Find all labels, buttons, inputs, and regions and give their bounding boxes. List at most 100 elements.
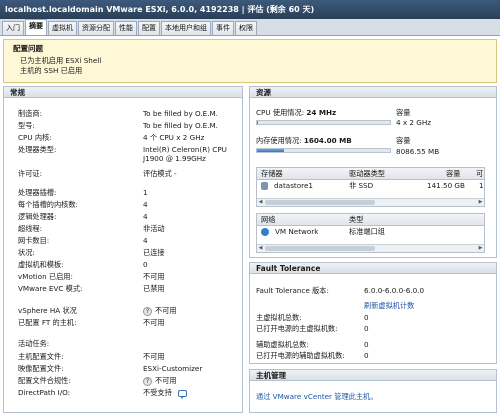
label-vmotion: vMotion 已启用: xyxy=(18,272,73,281)
alert-title: 配置问题 xyxy=(13,44,43,53)
value-processor-type: Intel(R) Celeron(R) CPU J1900 @ 1.99GHz xyxy=(143,145,227,163)
value-nic-count: 4 xyxy=(143,236,148,245)
ft-primary-total-label: 主虚拟机总数: xyxy=(256,313,302,322)
profile-compliance-text: 不可用 xyxy=(155,376,177,385)
mem-usage-value: 1604.00 MB xyxy=(303,136,352,145)
cpu-capacity-label: 容量 xyxy=(396,108,411,117)
cpu-usage-caption: CPU 使用情况: xyxy=(256,108,305,117)
tab-configuration[interactable]: 配置 xyxy=(138,21,160,35)
storage-table: 存储器 驱动器类型 容量 可 datastore1 非 SSD 141.50 G… xyxy=(256,167,485,207)
storage-col-name[interactable]: 存储器 xyxy=(261,168,283,180)
config-issues-alert: 配置问题 已为主机启用 ESXi Shell 主机的 SSH 已启用 xyxy=(3,39,497,83)
cpu-capacity-value: 4 x 2 GHz xyxy=(396,118,432,127)
datastore-name: datastore1 xyxy=(274,181,313,190)
table-row[interactable]: datastore1 非 SSD 141.50 GB 1 xyxy=(257,180,484,192)
network-scrollbar[interactable]: ◀ ▶ xyxy=(257,244,484,252)
scroll-left-icon[interactable]: ◀ xyxy=(257,199,264,206)
value-vmotion: 不可用 xyxy=(143,272,165,281)
network-col-type[interactable]: 类型 xyxy=(349,214,363,226)
label-cpu-sockets: 处理器插槽: xyxy=(18,188,57,197)
storage-col-type[interactable]: 驱动器类型 xyxy=(349,168,385,180)
storage-scrollbar[interactable]: ◀ ▶ xyxy=(257,198,484,206)
tab-events[interactable]: 事件 xyxy=(212,21,234,35)
tab-getting-started[interactable]: 入门 xyxy=(2,21,24,35)
value-ha-state: ? 不可用 xyxy=(143,306,177,316)
fault-tolerance-panel: Fault Tolerance Fault Tolerance 版本: 6.0.… xyxy=(249,262,497,364)
help-icon[interactable]: ? xyxy=(143,306,152,316)
ft-secondary-on-label: 已打开电源的辅助虚拟机数: xyxy=(256,351,345,360)
tab-performance[interactable]: 性能 xyxy=(115,21,137,35)
value-cpu-sockets: 1 xyxy=(143,188,148,197)
network-icon xyxy=(261,228,269,236)
scroll-thumb[interactable] xyxy=(265,246,375,251)
ha-state-text: 不可用 xyxy=(155,306,177,315)
ft-secondary-on-value: 0 xyxy=(364,351,369,360)
datastore-name-cell: datastore1 xyxy=(261,180,313,192)
scroll-right-icon[interactable]: ▶ xyxy=(477,199,484,206)
value-ft-hosts: 不可用 xyxy=(143,318,165,327)
tab-summary[interactable]: 摘要 xyxy=(25,19,47,35)
refresh-vm-count-link[interactable]: 刷新虚拟机计数 xyxy=(364,301,414,311)
tab-resource-allocation[interactable]: 资源分配 xyxy=(78,21,114,35)
mem-usage-bar xyxy=(256,148,391,153)
value-evc-mode: 已禁用 xyxy=(143,284,165,293)
ft-version-value: 6.0.0-6.0.0-6.0.0 xyxy=(364,286,425,295)
general-panel: 常规 制造商: To be filled by O.E.M. 型号: To be… xyxy=(3,86,243,413)
storage-col-capacity[interactable]: 容量 xyxy=(446,168,460,180)
ft-primary-on-label: 已打开电源的主虚拟机数: xyxy=(256,324,338,333)
directpath-text: 不受支持 xyxy=(143,388,172,397)
scroll-left-icon[interactable]: ◀ xyxy=(257,245,264,252)
label-vms-templates: 虚拟机和模板: xyxy=(18,260,64,269)
tab-virtual-machines[interactable]: 虚拟机 xyxy=(48,21,77,35)
comment-icon[interactable] xyxy=(177,389,187,399)
scroll-right-icon[interactable]: ▶ xyxy=(477,245,484,252)
value-manufacturer: To be filled by O.E.M. xyxy=(143,109,218,118)
manage-via-vcenter-link[interactable]: 通过 VMware vCenter 管理此主机。 xyxy=(256,392,377,402)
label-manufacturer: 制造商: xyxy=(18,109,42,118)
value-model: To be filled by O.E.M. xyxy=(143,121,218,130)
tab-permissions[interactable]: 权限 xyxy=(235,21,257,35)
label-host-profile: 主机配置文件: xyxy=(18,352,64,361)
datastore-free: 1 xyxy=(479,181,484,190)
label-nic-count: 网卡数目: xyxy=(18,236,50,245)
network-header-row: 网络 类型 xyxy=(257,214,484,226)
mem-capacity-value: 8086.55 MB xyxy=(396,147,440,156)
value-cores-per-socket: 4 xyxy=(143,200,148,209)
host-mgmt-title: 主机管理 xyxy=(250,370,496,381)
ft-primary-total-value: 0 xyxy=(364,313,369,322)
label-active-tasks: 活动任务: xyxy=(18,339,50,348)
datastore-capacity: 141.50 GB xyxy=(427,181,465,190)
label-cores-per-socket: 每个插槽的内核数: xyxy=(18,200,78,209)
table-row[interactable]: VM Network 标准端口组 xyxy=(257,226,484,238)
value-host-profile: 不可用 xyxy=(143,352,165,361)
value-image-profile: ESXi-Customizer xyxy=(143,364,203,373)
datastore-icon xyxy=(261,182,268,190)
cpu-usage-value: 24 MHz xyxy=(306,108,337,117)
value-cpu-cores: 4 个 CPU x 2 GHz xyxy=(143,133,205,142)
window-title: localhost.localdomain VMware ESXi, 6.0.0… xyxy=(0,0,500,19)
network-col-name[interactable]: 网络 xyxy=(261,214,275,226)
alert-item: 主机的 SSH 已启用 xyxy=(20,66,83,75)
ft-primary-on-value: 0 xyxy=(364,324,369,333)
label-license: 许可证: xyxy=(18,169,42,178)
mem-usage-label: 内存使用情况: 1604.00 MB xyxy=(256,136,352,146)
ft-secondary-total-label: 辅助虚拟机总数: xyxy=(256,340,309,349)
label-ha-state: vSphere HA 状况 xyxy=(18,306,77,315)
cpu-usage-label: CPU 使用情况: 24 MHz xyxy=(256,108,336,118)
tab-local-users-groups[interactable]: 本地用户和组 xyxy=(161,21,211,35)
network-type: 标准端口组 xyxy=(349,227,385,236)
label-cpu-cores: CPU 内核: xyxy=(18,133,52,142)
label-profile-compliance: 配置文件合规性: xyxy=(18,376,71,385)
value-profile-compliance: ? 不可用 xyxy=(143,376,177,386)
help-icon[interactable]: ? xyxy=(143,376,152,386)
storage-header-row: 存储器 驱动器类型 容量 可 xyxy=(257,168,484,180)
cpu-usage-bar xyxy=(256,120,391,125)
ft-secondary-total-value: 0 xyxy=(364,340,369,349)
label-image-profile: 映像配置文件: xyxy=(18,364,64,373)
mem-capacity-label: 容量 xyxy=(396,136,411,145)
datastore-type: 非 SSD xyxy=(349,181,374,190)
general-panel-title: 常规 xyxy=(4,87,242,98)
network-name: VM Network xyxy=(275,227,319,236)
storage-col-free[interactable]: 可 xyxy=(476,168,483,180)
scroll-thumb[interactable] xyxy=(265,200,375,205)
